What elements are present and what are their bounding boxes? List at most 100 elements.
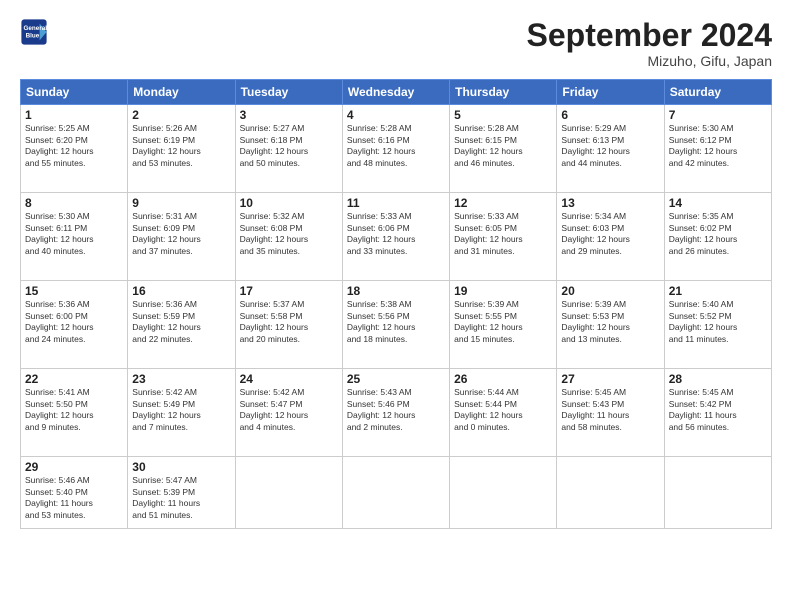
table-row: 18Sunrise: 5:38 AM Sunset: 5:56 PM Dayli… [342,281,449,369]
day-info: Sunrise: 5:42 AM Sunset: 5:47 PM Dayligh… [240,387,338,433]
col-tuesday: Tuesday [235,80,342,105]
calendar-week-row: 1Sunrise: 5:25 AM Sunset: 6:20 PM Daylig… [21,105,772,193]
day-info: Sunrise: 5:31 AM Sunset: 6:09 PM Dayligh… [132,211,230,257]
table-row: 6Sunrise: 5:29 AM Sunset: 6:13 PM Daylig… [557,105,664,193]
table-row [342,457,449,529]
calendar-week-row: 8Sunrise: 5:30 AM Sunset: 6:11 PM Daylig… [21,193,772,281]
table-row: 25Sunrise: 5:43 AM Sunset: 5:46 PM Dayli… [342,369,449,457]
day-number: 10 [240,196,338,210]
day-info: Sunrise: 5:26 AM Sunset: 6:19 PM Dayligh… [132,123,230,169]
table-row: 12Sunrise: 5:33 AM Sunset: 6:05 PM Dayli… [450,193,557,281]
table-row: 27Sunrise: 5:45 AM Sunset: 5:43 PM Dayli… [557,369,664,457]
day-number: 20 [561,284,659,298]
table-row: 20Sunrise: 5:39 AM Sunset: 5:53 PM Dayli… [557,281,664,369]
table-row [450,457,557,529]
day-info: Sunrise: 5:28 AM Sunset: 6:15 PM Dayligh… [454,123,552,169]
day-number: 4 [347,108,445,122]
calendar-week-row: 15Sunrise: 5:36 AM Sunset: 6:00 PM Dayli… [21,281,772,369]
logo-icon: General Blue [20,18,48,46]
day-info: Sunrise: 5:39 AM Sunset: 5:55 PM Dayligh… [454,299,552,345]
day-number: 30 [132,460,230,474]
day-info: Sunrise: 5:41 AM Sunset: 5:50 PM Dayligh… [25,387,123,433]
table-row [664,457,771,529]
day-info: Sunrise: 5:36 AM Sunset: 5:59 PM Dayligh… [132,299,230,345]
table-row: 17Sunrise: 5:37 AM Sunset: 5:58 PM Dayli… [235,281,342,369]
day-info: Sunrise: 5:33 AM Sunset: 6:05 PM Dayligh… [454,211,552,257]
table-row: 13Sunrise: 5:34 AM Sunset: 6:03 PM Dayli… [557,193,664,281]
day-number: 22 [25,372,123,386]
day-number: 15 [25,284,123,298]
day-number: 2 [132,108,230,122]
day-info: Sunrise: 5:45 AM Sunset: 5:43 PM Dayligh… [561,387,659,433]
day-number: 21 [669,284,767,298]
day-number: 7 [669,108,767,122]
day-number: 28 [669,372,767,386]
table-row: 4Sunrise: 5:28 AM Sunset: 6:16 PM Daylig… [342,105,449,193]
day-number: 18 [347,284,445,298]
day-number: 3 [240,108,338,122]
table-row: 19Sunrise: 5:39 AM Sunset: 5:55 PM Dayli… [450,281,557,369]
day-info: Sunrise: 5:30 AM Sunset: 6:12 PM Dayligh… [669,123,767,169]
table-row: 9Sunrise: 5:31 AM Sunset: 6:09 PM Daylig… [128,193,235,281]
col-friday: Friday [557,80,664,105]
table-row: 16Sunrise: 5:36 AM Sunset: 5:59 PM Dayli… [128,281,235,369]
day-number: 19 [454,284,552,298]
table-row: 2Sunrise: 5:26 AM Sunset: 6:19 PM Daylig… [128,105,235,193]
day-number: 17 [240,284,338,298]
table-row: 5Sunrise: 5:28 AM Sunset: 6:15 PM Daylig… [450,105,557,193]
day-info: Sunrise: 5:46 AM Sunset: 5:40 PM Dayligh… [25,475,123,521]
table-row [235,457,342,529]
table-row: 7Sunrise: 5:30 AM Sunset: 6:12 PM Daylig… [664,105,771,193]
col-saturday: Saturday [664,80,771,105]
day-info: Sunrise: 5:29 AM Sunset: 6:13 PM Dayligh… [561,123,659,169]
svg-text:General: General [24,25,48,32]
day-info: Sunrise: 5:34 AM Sunset: 6:03 PM Dayligh… [561,211,659,257]
day-number: 5 [454,108,552,122]
day-info: Sunrise: 5:33 AM Sunset: 6:06 PM Dayligh… [347,211,445,257]
table-row: 8Sunrise: 5:30 AM Sunset: 6:11 PM Daylig… [21,193,128,281]
table-row: 3Sunrise: 5:27 AM Sunset: 6:18 PM Daylig… [235,105,342,193]
day-number: 11 [347,196,445,210]
day-number: 16 [132,284,230,298]
day-info: Sunrise: 5:39 AM Sunset: 5:53 PM Dayligh… [561,299,659,345]
day-info: Sunrise: 5:37 AM Sunset: 5:58 PM Dayligh… [240,299,338,345]
day-info: Sunrise: 5:44 AM Sunset: 5:44 PM Dayligh… [454,387,552,433]
table-row: 14Sunrise: 5:35 AM Sunset: 6:02 PM Dayli… [664,193,771,281]
day-info: Sunrise: 5:25 AM Sunset: 6:20 PM Dayligh… [25,123,123,169]
day-number: 8 [25,196,123,210]
location: Mizuho, Gifu, Japan [527,53,772,69]
day-number: 29 [25,460,123,474]
day-number: 24 [240,372,338,386]
day-number: 9 [132,196,230,210]
day-info: Sunrise: 5:47 AM Sunset: 5:39 PM Dayligh… [132,475,230,521]
svg-text:Blue: Blue [26,33,40,40]
table-row: 15Sunrise: 5:36 AM Sunset: 6:00 PM Dayli… [21,281,128,369]
day-number: 14 [669,196,767,210]
day-info: Sunrise: 5:38 AM Sunset: 5:56 PM Dayligh… [347,299,445,345]
month-title: September 2024 [527,18,772,53]
day-number: 6 [561,108,659,122]
table-row: 28Sunrise: 5:45 AM Sunset: 5:42 PM Dayli… [664,369,771,457]
header: General Blue September 2024 Mizuho, Gifu… [20,18,772,69]
col-thursday: Thursday [450,80,557,105]
day-number: 1 [25,108,123,122]
table-row: 21Sunrise: 5:40 AM Sunset: 5:52 PM Dayli… [664,281,771,369]
day-info: Sunrise: 5:30 AM Sunset: 6:11 PM Dayligh… [25,211,123,257]
day-info: Sunrise: 5:42 AM Sunset: 5:49 PM Dayligh… [132,387,230,433]
table-row: 1Sunrise: 5:25 AM Sunset: 6:20 PM Daylig… [21,105,128,193]
day-number: 26 [454,372,552,386]
table-row: 23Sunrise: 5:42 AM Sunset: 5:49 PM Dayli… [128,369,235,457]
day-info: Sunrise: 5:36 AM Sunset: 6:00 PM Dayligh… [25,299,123,345]
table-row: 24Sunrise: 5:42 AM Sunset: 5:47 PM Dayli… [235,369,342,457]
col-monday: Monday [128,80,235,105]
col-sunday: Sunday [21,80,128,105]
table-row [557,457,664,529]
day-info: Sunrise: 5:35 AM Sunset: 6:02 PM Dayligh… [669,211,767,257]
day-number: 25 [347,372,445,386]
calendar-week-row: 29Sunrise: 5:46 AM Sunset: 5:40 PM Dayli… [21,457,772,529]
day-number: 27 [561,372,659,386]
day-info: Sunrise: 5:27 AM Sunset: 6:18 PM Dayligh… [240,123,338,169]
day-info: Sunrise: 5:45 AM Sunset: 5:42 PM Dayligh… [669,387,767,433]
table-row: 29Sunrise: 5:46 AM Sunset: 5:40 PM Dayli… [21,457,128,529]
table-row: 22Sunrise: 5:41 AM Sunset: 5:50 PM Dayli… [21,369,128,457]
